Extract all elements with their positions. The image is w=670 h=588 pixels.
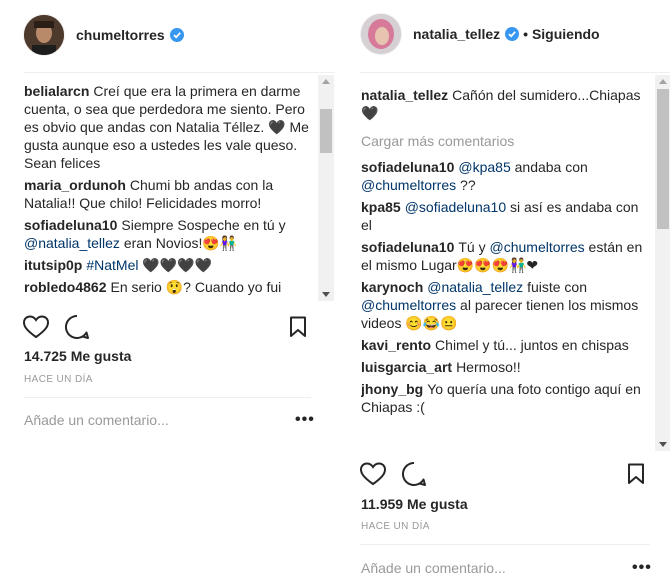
action-bar	[360, 461, 427, 487]
add-comment-input[interactable]: Añade un comentario...	[24, 412, 169, 428]
likes-count[interactable]: 11.959 Me gusta	[361, 496, 468, 512]
post-username[interactable]: chumeltorres	[76, 27, 165, 43]
left-post-panel: chumeltorres belialarcn Creí que era la p…	[0, 0, 335, 588]
comment-text: eran Novios!😍👫	[119, 235, 238, 251]
comment-username[interactable]: karynoch	[361, 279, 423, 295]
mention-link[interactable]: @kpa85	[458, 159, 510, 175]
comment-icon[interactable]	[64, 314, 90, 340]
post-username[interactable]: natalia_tellez	[413, 26, 500, 42]
mention-link[interactable]: @chumeltorres	[361, 177, 456, 193]
comment: sofiadeluna10 Siempre Sospeche en tú y @n…	[24, 216, 314, 252]
verified-badge-icon	[505, 27, 520, 41]
caption-username[interactable]: natalia_tellez	[361, 87, 448, 103]
more-options-icon[interactable]: •••	[295, 411, 315, 429]
mention-link[interactable]: #NatMel	[86, 257, 138, 273]
comment-text: 🖤🖤🖤🖤	[138, 257, 213, 273]
caption: natalia_tellez Cañón del sumidero...Chiap…	[361, 86, 648, 122]
heart-icon[interactable]	[360, 462, 386, 486]
avatar[interactable]	[361, 14, 401, 54]
more-options-icon[interactable]: •••	[632, 559, 652, 577]
comment-text: Tú y	[458, 239, 490, 255]
action-bar	[23, 314, 90, 340]
comment-text: Chimel y tú... juntos en chispas	[435, 337, 629, 353]
comment-list: natalia_tellez Cañón del sumidero...Chiap…	[361, 86, 648, 450]
add-comment-input[interactable]: Añade un comentario...	[361, 560, 506, 576]
comment: karynoch @natalia_tellez fuiste con @chum…	[361, 278, 648, 332]
comment-username[interactable]: itutsip0p	[24, 257, 82, 273]
comment-username[interactable]: luisgarcia_art	[361, 359, 452, 375]
bookmark-icon[interactable]	[627, 463, 645, 485]
comment-username[interactable]: kavi_rento	[361, 337, 431, 353]
comment: sofiadeluna10 Tú y @chumeltorres están en…	[361, 238, 648, 274]
comment-text: Siempre Sospeche en tú y	[121, 217, 286, 233]
comment-text: andaba con	[510, 159, 588, 175]
right-post-header: natalia_tellez • Siguiendo	[361, 14, 600, 54]
comment: kpa85 @sofiadeluna10 si así es andaba con…	[361, 198, 648, 234]
comment: maria_ordunoh Chumi bb andas con la Natal…	[24, 176, 314, 212]
comment-list: belialarcn Creí que era la primera en dar…	[24, 82, 314, 300]
comment: luisgarcia_art Hermoso!!	[361, 358, 648, 376]
mention-link[interactable]: @chumeltorres	[490, 239, 585, 255]
divider	[360, 544, 650, 545]
avatar[interactable]	[24, 15, 64, 55]
comment: itutsip0p #NatMel 🖤🖤🖤🖤	[24, 256, 314, 274]
mention-link[interactable]: @sofiadeluna10	[405, 199, 506, 215]
comment: sofiadeluna10 @kpa85 andaba con @chumelto…	[361, 158, 648, 194]
comment-username[interactable]: maria_ordunoh	[24, 177, 126, 193]
comment-username[interactable]: kpa85	[361, 199, 401, 215]
comment-text: ??	[456, 177, 476, 193]
divider	[24, 397, 311, 398]
comment-text: Hermoso!!	[456, 359, 521, 375]
comment-text: En serio 😲? Cuando yo fui	[110, 279, 282, 295]
timestamp: HACE UN DÍA	[361, 521, 430, 532]
comment: robledo4862 En serio 😲? Cuando yo fui	[24, 278, 314, 296]
bookmark-icon[interactable]	[289, 316, 307, 338]
following-status[interactable]: • Siguiendo	[523, 26, 599, 42]
mention-link[interactable]: @natalia_tellez	[24, 235, 120, 251]
mention-link[interactable]: @chumeltorres	[361, 297, 456, 313]
load-more-comments-link[interactable]: Cargar más comentarios	[361, 132, 648, 150]
comment: kavi_rento Chimel y tú... juntos en chisp…	[361, 336, 648, 354]
comment: belialarcn Creí que era la primera en dar…	[24, 82, 314, 172]
comment: jhony_bg Yo quería una foto contigo aquí …	[361, 380, 648, 416]
comment-username[interactable]: robledo4862	[24, 279, 106, 295]
scrollbar[interactable]	[318, 75, 334, 301]
likes-count[interactable]: 14.725 Me gusta	[24, 348, 131, 364]
timestamp: HACE UN DÍA	[24, 374, 93, 385]
comment-username[interactable]: jhony_bg	[361, 381, 423, 397]
comment-username[interactable]: sofiadeluna10	[361, 239, 454, 255]
divider	[360, 72, 670, 73]
comment-text: fuiste con	[523, 279, 588, 295]
comment-username[interactable]: sofiadeluna10	[361, 159, 454, 175]
divider	[24, 72, 335, 73]
left-post-header: chumeltorres	[24, 15, 184, 55]
comment-username[interactable]: belialarcn	[24, 83, 89, 99]
mention-link[interactable]: @natalia_tellez	[427, 279, 523, 295]
verified-badge-icon	[169, 28, 184, 42]
right-post-panel: natalia_tellez • Siguiendo natalia_telle…	[340, 0, 670, 588]
comment-icon[interactable]	[401, 461, 427, 487]
comment-username[interactable]: sofiadeluna10	[24, 217, 117, 233]
scrollbar[interactable]	[655, 75, 670, 451]
heart-icon[interactable]	[23, 315, 49, 339]
